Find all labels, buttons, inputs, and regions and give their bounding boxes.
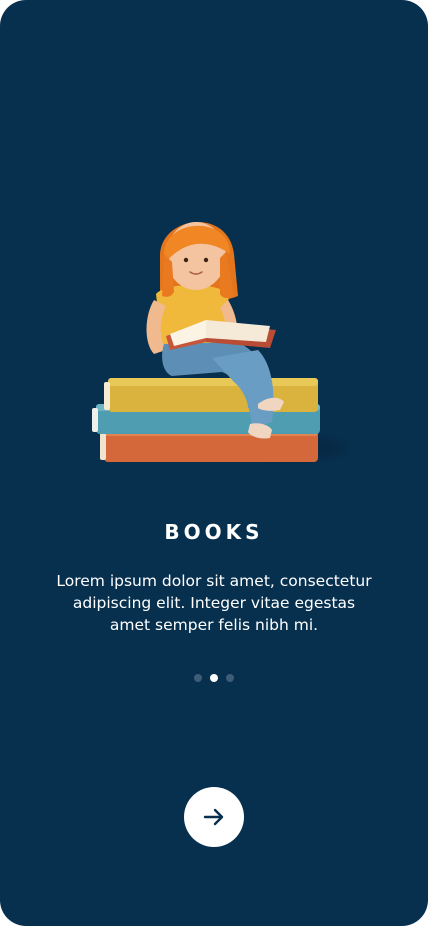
description-text: Lorem ipsum dolor sit amet, consectetur … [56,572,372,634]
onboarding-screen: BOOKS Lorem ipsum dolor sit amet, consec… [0,0,428,926]
pagination-dot-1[interactable] [194,674,202,682]
pagination-dot-3[interactable] [226,674,234,682]
arrow-right-icon [203,808,224,826]
pagination-dots [0,674,428,682]
next-button[interactable] [184,787,244,847]
page-title: BOOKS [164,520,264,544]
pagination-dot-2-active[interactable] [210,674,218,682]
girl-reading-on-books-illustration [92,222,348,466]
